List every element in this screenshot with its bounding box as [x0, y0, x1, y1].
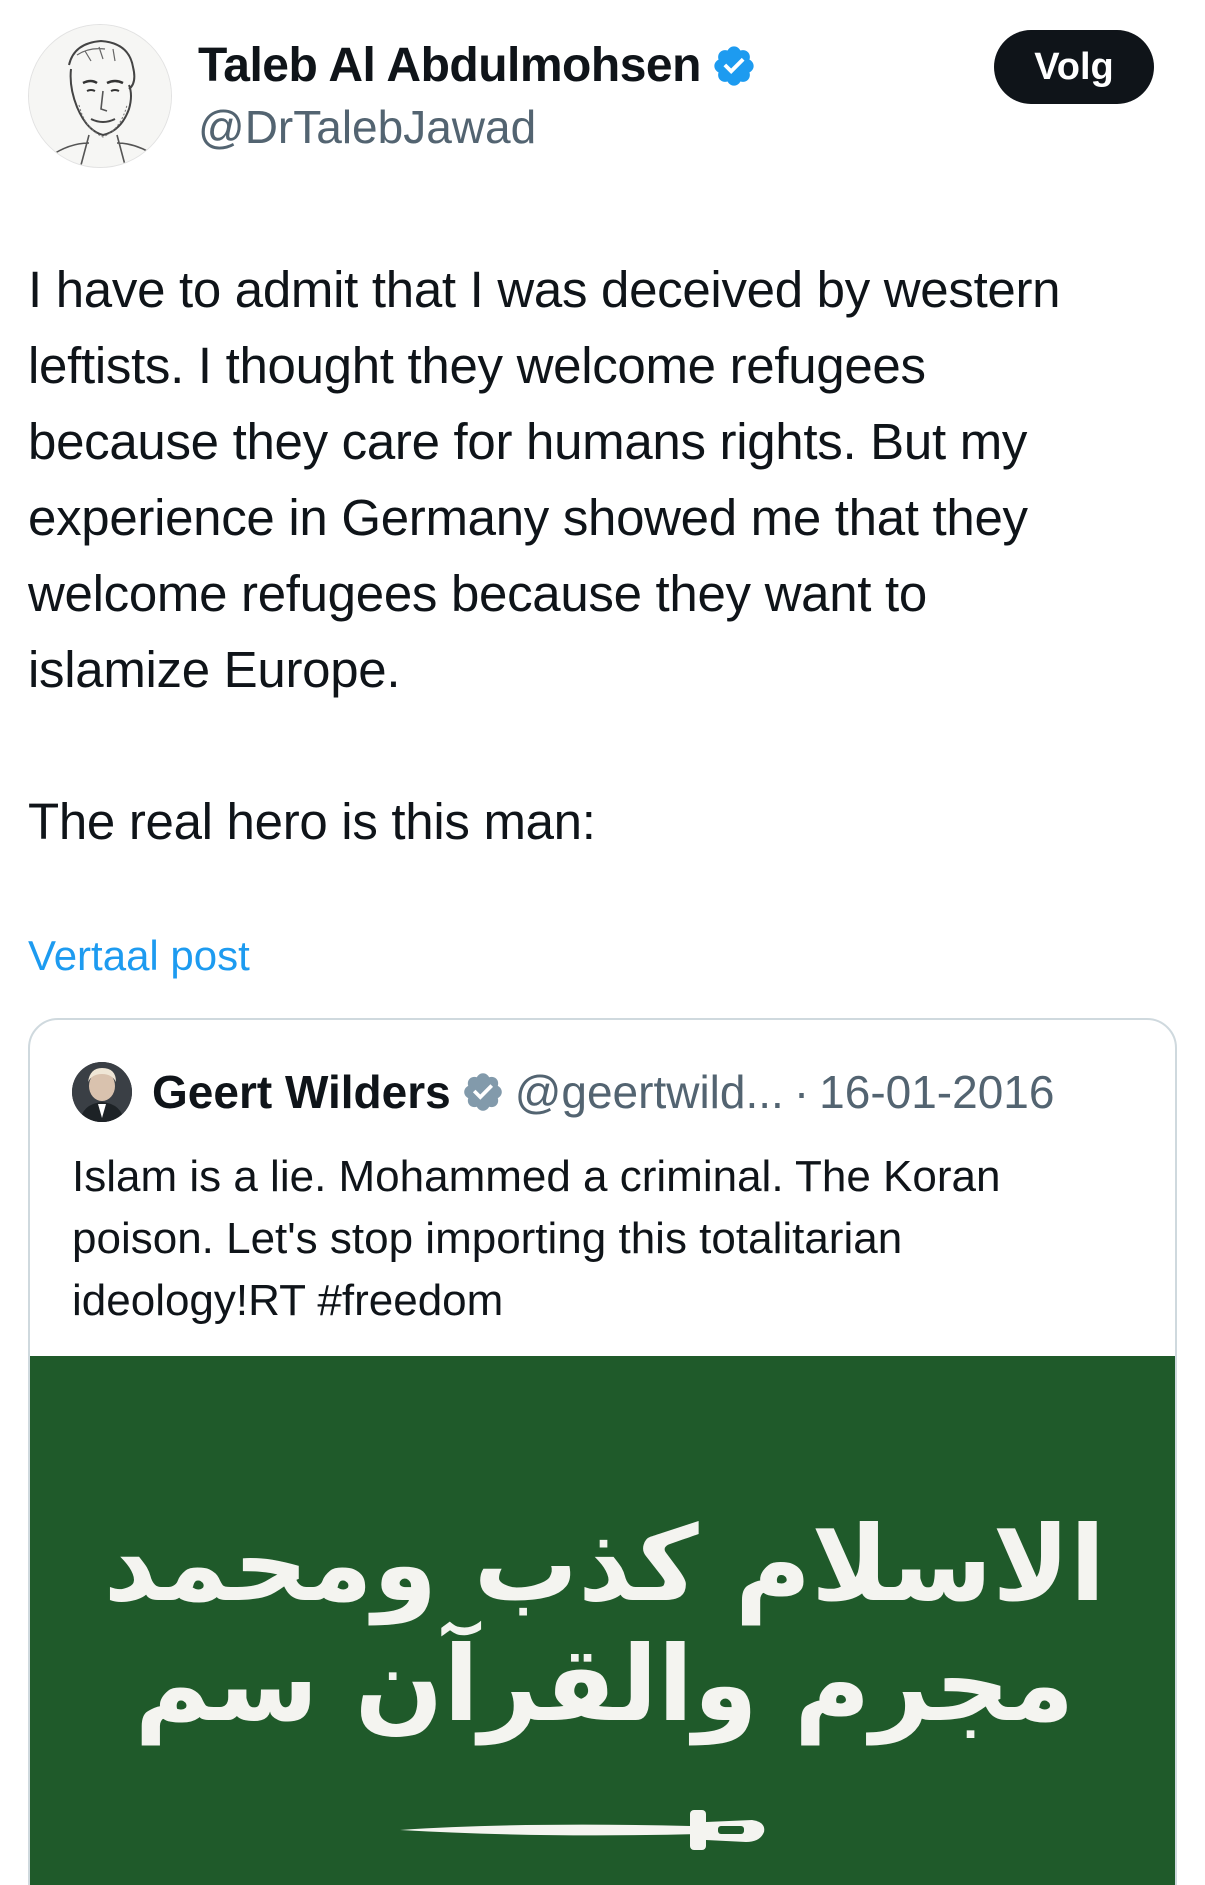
- quoted-author-name[interactable]: Geert Wilders: [152, 1065, 451, 1119]
- post-text: I have to admit that I was deceived by w…: [28, 252, 1188, 860]
- quoted-post-header: Geert Wilders @geertwild... · 16-01-2016: [72, 1062, 1054, 1122]
- post-paragraph: I have to admit that I was deceived by w…: [28, 261, 1061, 698]
- quoted-author-handle[interactable]: @geertwild...: [515, 1065, 784, 1119]
- author-name-row: Taleb Al Abdulmohsen: [198, 38, 757, 93]
- quoted-post-text: Islam is a lie. Mohammed a criminal. The…: [72, 1152, 1001, 1325]
- dot-separator: ·: [793, 1066, 810, 1118]
- author-display-name[interactable]: Taleb Al Abdulmohsen: [198, 38, 701, 93]
- follow-button[interactable]: Volg: [994, 30, 1154, 104]
- author-handle[interactable]: @DrTalebJawad: [198, 100, 536, 154]
- quoted-post-card[interactable]: Geert Wilders @geertwild... · 16-01-2016…: [28, 1018, 1177, 1885]
- author-avatar[interactable]: [28, 24, 172, 168]
- flag-arabic-text: الاسلام كذب ومحمد مجرم والقرآن سم: [103, 1503, 1106, 1745]
- translate-post-link[interactable]: Vertaal post: [28, 932, 250, 980]
- quoted-post-date[interactable]: 16-01-2016: [819, 1065, 1054, 1119]
- verified-badge-icon[interactable]: [461, 1070, 505, 1114]
- sketch-portrait-icon: [29, 25, 171, 167]
- quoted-post-image[interactable]: الاسلام كذب ومحمد مجرم والقرآن سم: [30, 1356, 1175, 1885]
- verified-badge-icon[interactable]: [711, 43, 757, 89]
- sword-icon: [400, 1810, 765, 1850]
- quoted-author-avatar[interactable]: [72, 1062, 132, 1122]
- portrait-photo-icon: [72, 1062, 132, 1122]
- post-page: Taleb Al Abdulmohsen @DrTalebJawad Volg …: [0, 0, 1205, 1885]
- post-paragraph: The real hero is this man:: [28, 793, 596, 850]
